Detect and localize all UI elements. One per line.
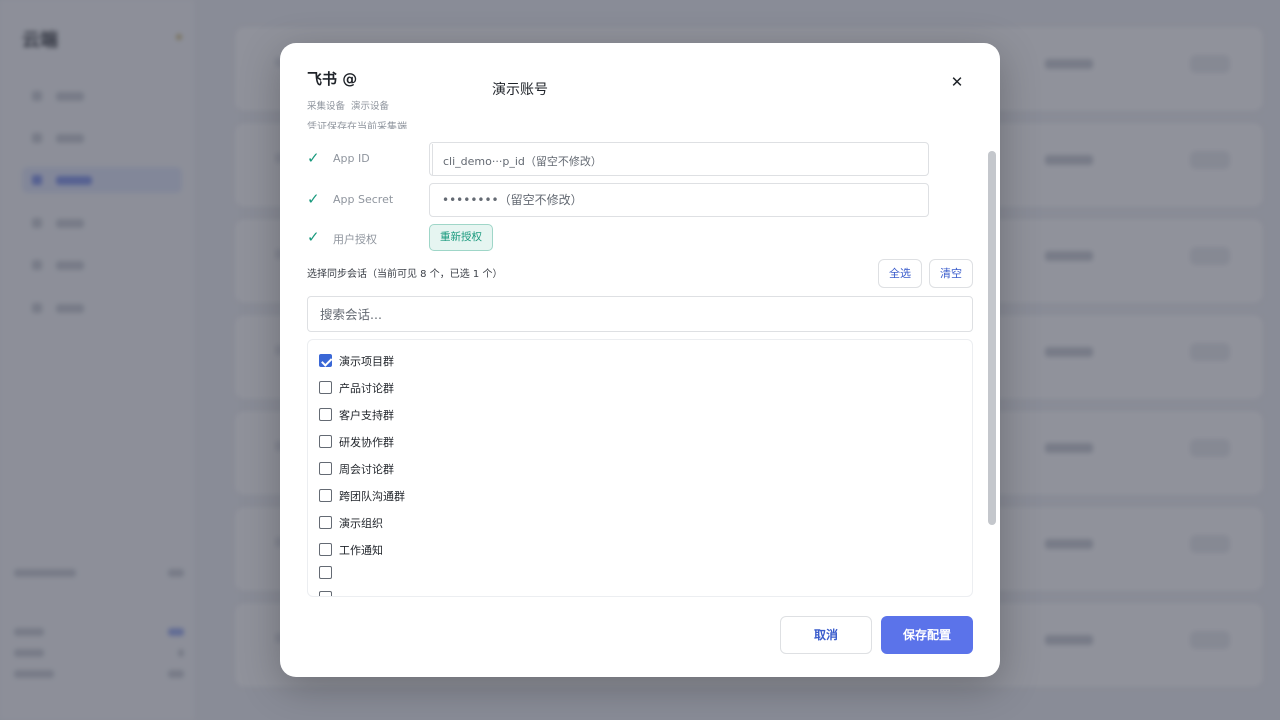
chat-checkbox[interactable] (319, 462, 332, 475)
app-id-row: ✓ App ID cli_demo···p_id（留空不修改） (307, 142, 929, 176)
chat-checkbox[interactable] (319, 435, 332, 448)
app-secret-field[interactable] (429, 183, 929, 217)
user-auth-row: ✓ 用户授权 重新授权 (307, 221, 927, 255)
user-auth-label: 用户授权 (333, 233, 377, 246)
cancel-button[interactable]: 取消 (780, 616, 872, 654)
select-all-button[interactable]: 全选 (878, 259, 922, 288)
app-id-placeholder: cli_demo···p_id（留空不修改） (443, 155, 602, 168)
app-id-label: App ID (333, 152, 370, 165)
subtitle-device-name: 演示设备 (351, 101, 390, 112)
modal-title: 飞书 @ (307, 70, 358, 88)
check-icon: ✓ (307, 149, 320, 167)
chat-checkbox[interactable] (319, 489, 332, 502)
close-icon[interactable]: ✕ (946, 71, 968, 93)
app-secret-input[interactable] (430, 184, 928, 216)
subtitle-device-type: 采集设备 (307, 101, 346, 112)
sync-label: 选择同步会话（当前可见 8 个，已选 1 个） (307, 269, 503, 280)
config-modal: 飞书 @ 演示账号 ✕ 采集设备 演示设备 凭证保存在当前采集端 ✓ App ID… (280, 43, 1000, 677)
chat-checkbox[interactable] (319, 566, 332, 579)
chat-search-box[interactable] (307, 296, 973, 332)
chat-name: 周会讨论群 (339, 463, 394, 476)
check-icon: ✓ (307, 228, 320, 246)
chat-checkbox[interactable] (319, 381, 332, 394)
check-icon: ✓ (307, 190, 320, 208)
chat-name: 客户支持群 (339, 409, 394, 422)
chat-checkbox[interactable] (319, 516, 332, 529)
chat-checkbox[interactable] (319, 543, 332, 556)
clear-button[interactable]: 清空 (929, 259, 973, 288)
app-id-value[interactable]: cli_demo···p_id（留空不修改） (432, 144, 736, 175)
reauthorize-button[interactable]: 重新授权 (429, 224, 493, 251)
app-secret-row: ✓ App Secret (307, 183, 929, 217)
credential-note: 凭证保存在当前采集端 (307, 122, 407, 129)
chat-list[interactable]: 演示项目群 产品讨论群 客户支持群 研发协作群 周会讨论群 跨团队沟通群 演示组… (307, 339, 973, 597)
modal-subtitle: 采集设备 演示设备 (307, 98, 395, 112)
save-button[interactable]: 保存配置 (881, 616, 973, 654)
chat-checkbox[interactable] (319, 591, 332, 596)
chat-checkbox-checked[interactable] (319, 354, 332, 367)
chat-name: 演示项目群 (339, 355, 394, 368)
chat-checkbox[interactable] (319, 408, 332, 421)
chat-name: 研发协作群 (339, 436, 394, 449)
app-secret-label: App Secret (333, 193, 394, 206)
chat-name: 工作通知 (339, 544, 383, 557)
chat-name: 产品讨论群 (339, 382, 394, 395)
chat-search-input[interactable] (308, 297, 972, 331)
chat-name: 演示组织 (339, 517, 383, 530)
modal-scrollbar[interactable] (988, 151, 996, 525)
chat-name: 跨团队沟通群 (339, 490, 405, 503)
account-name: 演示账号 (492, 82, 548, 98)
app-id-field[interactable]: cli_demo···p_id（留空不修改） (429, 142, 929, 176)
